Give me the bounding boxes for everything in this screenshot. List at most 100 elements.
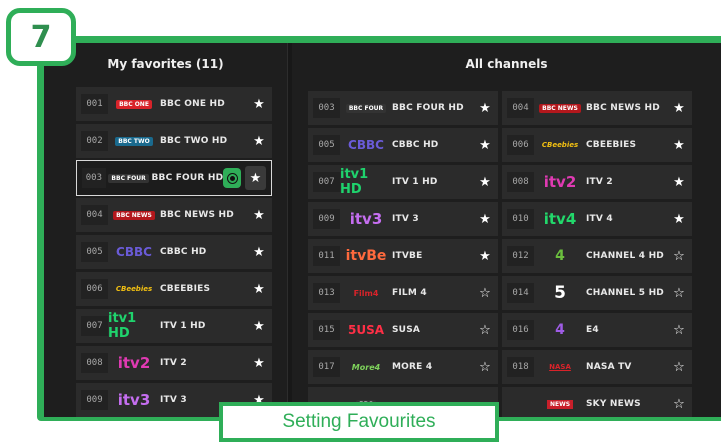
favorite-row-selected[interactable]: 003 BBC FOUR BBC FOUR HD ★ <box>76 160 272 196</box>
channel-name: BBC FOUR HD <box>392 103 464 113</box>
channel-name: MORE 4 <box>392 362 433 372</box>
e4-logo-icon: 4 <box>555 322 565 338</box>
bbc-four-logo-icon: BBC FOUR <box>340 98 392 118</box>
channel-row[interactable]: 015 5USA SUSA ☆ <box>308 313 498 347</box>
bbc-four-logo-icon: BBC FOUR <box>106 168 152 188</box>
channel-number: 014 <box>507 283 534 303</box>
channel-row[interactable]: 009 itv3 ITV 3 ★ <box>308 202 498 236</box>
bbc-one-logo-icon: BBC ONE <box>108 94 160 114</box>
channel-row[interactable]: 018 NASA NASA TV ☆ <box>502 350 692 384</box>
star-icon[interactable]: ★ <box>666 101 692 116</box>
channel-number: 002 <box>81 131 108 151</box>
sky-news-logo-icon: NEWS <box>534 394 586 414</box>
star-icon[interactable]: ★ <box>472 138 498 153</box>
cbeebies-logo-icon: CBeebies <box>541 141 579 149</box>
channel-name: CBBC HD <box>160 247 207 257</box>
star-icon[interactable]: ★ <box>472 212 498 227</box>
channel-number: 009 <box>81 390 108 410</box>
channel-row[interactable]: 013 Film4 FILM 4 ☆ <box>308 276 498 310</box>
channel-number: 005 <box>81 242 108 262</box>
star-icon[interactable]: ★ <box>472 101 498 116</box>
channel-name: FILM 4 <box>392 288 427 298</box>
channel-number: 008 <box>81 353 108 373</box>
favorite-row[interactable]: 006 CBeebies CBEEBIES ★ <box>76 272 272 306</box>
channel-row[interactable]: 017 More4 MORE 4 ☆ <box>308 350 498 384</box>
channel-row[interactable]: 011 itvBe ITVBE ★ <box>308 239 498 273</box>
channel-row[interactable]: 007 itv1 HD ITV 1 HD ★ <box>308 165 498 199</box>
nasa-logo-icon: NASA <box>549 363 571 371</box>
star-icon[interactable]: ★ <box>666 175 692 190</box>
channel-row[interactable]: 003 BBC FOUR BBC FOUR HD ★ <box>308 91 498 125</box>
star-outline-icon[interactable]: ☆ <box>666 360 692 375</box>
channel-row[interactable]: 010 itv4 ITV 4 ★ <box>502 202 692 236</box>
star-icon[interactable]: ★ <box>246 319 272 334</box>
channel-number: 003 <box>82 168 106 188</box>
star-outline-icon[interactable]: ☆ <box>666 397 692 412</box>
channel-number: 001 <box>81 94 108 114</box>
all-channels-title: All channels <box>465 57 548 71</box>
channel-row[interactable]: 008 itv2 ITV 2 ★ <box>502 165 692 199</box>
star-outline-icon[interactable]: ☆ <box>472 323 498 338</box>
channel-name: ITV 1 HD <box>160 321 206 331</box>
favorite-row[interactable]: 005 CBBC CBBC HD ★ <box>76 235 272 269</box>
bbc-news-logo-icon: BBC NEWS <box>108 205 160 225</box>
itv4-logo-icon: itv4 <box>543 210 577 228</box>
channel-row[interactable]: 012 4 CHANNEL 4 HD ☆ <box>502 239 692 273</box>
favorite-row[interactable]: 007 itv1 HD ITV 1 HD ★ <box>76 309 272 343</box>
star-icon[interactable]: ★ <box>246 208 272 223</box>
star-icon[interactable]: ★ <box>472 249 498 264</box>
favorite-row[interactable]: 002 BBC TWO BBC TWO HD ★ <box>76 124 272 158</box>
star-icon[interactable]: ★ <box>246 245 272 260</box>
favorite-row[interactable]: 004 BBC NEWS BBC NEWS HD ★ <box>76 198 272 232</box>
star-outline-icon[interactable]: ☆ <box>666 286 692 301</box>
channel-row[interactable]: 004 BBC NEWS BBC NEWS HD ★ <box>502 91 692 125</box>
channel-name: E4 <box>586 325 599 335</box>
star-outline-icon[interactable]: ☆ <box>666 249 692 264</box>
step-number-badge: 7 <box>6 8 76 66</box>
star-outline-icon[interactable]: ☆ <box>666 323 692 338</box>
itv3-logo-icon: itv3 <box>117 391 151 409</box>
all-channels-panel: All channels 003 BBC FOUR BBC FOUR HD ★ … <box>292 43 721 417</box>
5usa-logo-icon: 5USA <box>347 323 385 337</box>
channel-number: 004 <box>81 205 108 225</box>
move-handle-icon[interactable] <box>223 168 241 188</box>
star-icon[interactable]: ★ <box>666 212 692 227</box>
channel-row[interactable]: NEWS SKY NEWS ☆ <box>502 387 692 417</box>
star-icon[interactable]: ★ <box>246 282 272 297</box>
channel-row[interactable]: 006 CBeebies CBEEBIES ★ <box>502 128 692 162</box>
caption-label: Setting Favourites <box>219 402 499 442</box>
star-icon[interactable]: ★ <box>246 97 272 112</box>
channel-name: CHANNEL 4 HD <box>586 251 664 261</box>
cbbc-logo-icon: CBBC <box>348 138 384 152</box>
channel-name: ITV 1 HD <box>392 177 438 187</box>
channel-row[interactable]: 014 5 CHANNEL 5 HD ☆ <box>502 276 692 310</box>
channel-number: 012 <box>507 246 534 266</box>
channel-number: 016 <box>507 320 534 340</box>
channel-number: 005 <box>313 135 340 155</box>
star-icon[interactable]: ★ <box>246 356 272 371</box>
channel-name: ITV 2 <box>160 358 187 368</box>
channel-number: 010 <box>507 209 534 229</box>
favorite-row[interactable]: 008 itv2 ITV 2 ★ <box>76 346 272 380</box>
star-outline-icon[interactable]: ☆ <box>472 286 498 301</box>
star-icon[interactable]: ★ <box>472 175 498 190</box>
tv-screen: My favorites (11) 001 BBC ONE BBC ONE HD… <box>44 43 721 417</box>
channel-row[interactable]: 016 4 E4 ☆ <box>502 313 692 347</box>
bbc-two-logo-icon: BBC TWO <box>108 131 160 151</box>
more4-logo-icon: More4 <box>351 362 381 372</box>
cbbc-logo-icon: CBBC <box>116 245 152 259</box>
favorite-row[interactable]: 001 BBC ONE BBC ONE HD ★ <box>76 87 272 121</box>
star-icon[interactable]: ★ <box>244 166 266 190</box>
channel-number: 004 <box>507 98 534 118</box>
star-icon[interactable]: ★ <box>246 134 272 149</box>
channel-name: CBEEBIES <box>160 284 211 294</box>
channel-number: 007 <box>313 172 340 192</box>
channel-number: 013 <box>313 283 340 303</box>
channel-number: 015 <box>313 320 340 340</box>
channel-5-logo-icon: 5 <box>554 283 566 303</box>
star-icon[interactable]: ★ <box>666 138 692 153</box>
star-outline-icon[interactable]: ☆ <box>472 360 498 375</box>
channel-row[interactable]: 005 CBBC CBBC HD ★ <box>308 128 498 162</box>
cbeebies-logo-icon: CBeebies <box>115 285 153 293</box>
channel-number: 009 <box>313 209 340 229</box>
